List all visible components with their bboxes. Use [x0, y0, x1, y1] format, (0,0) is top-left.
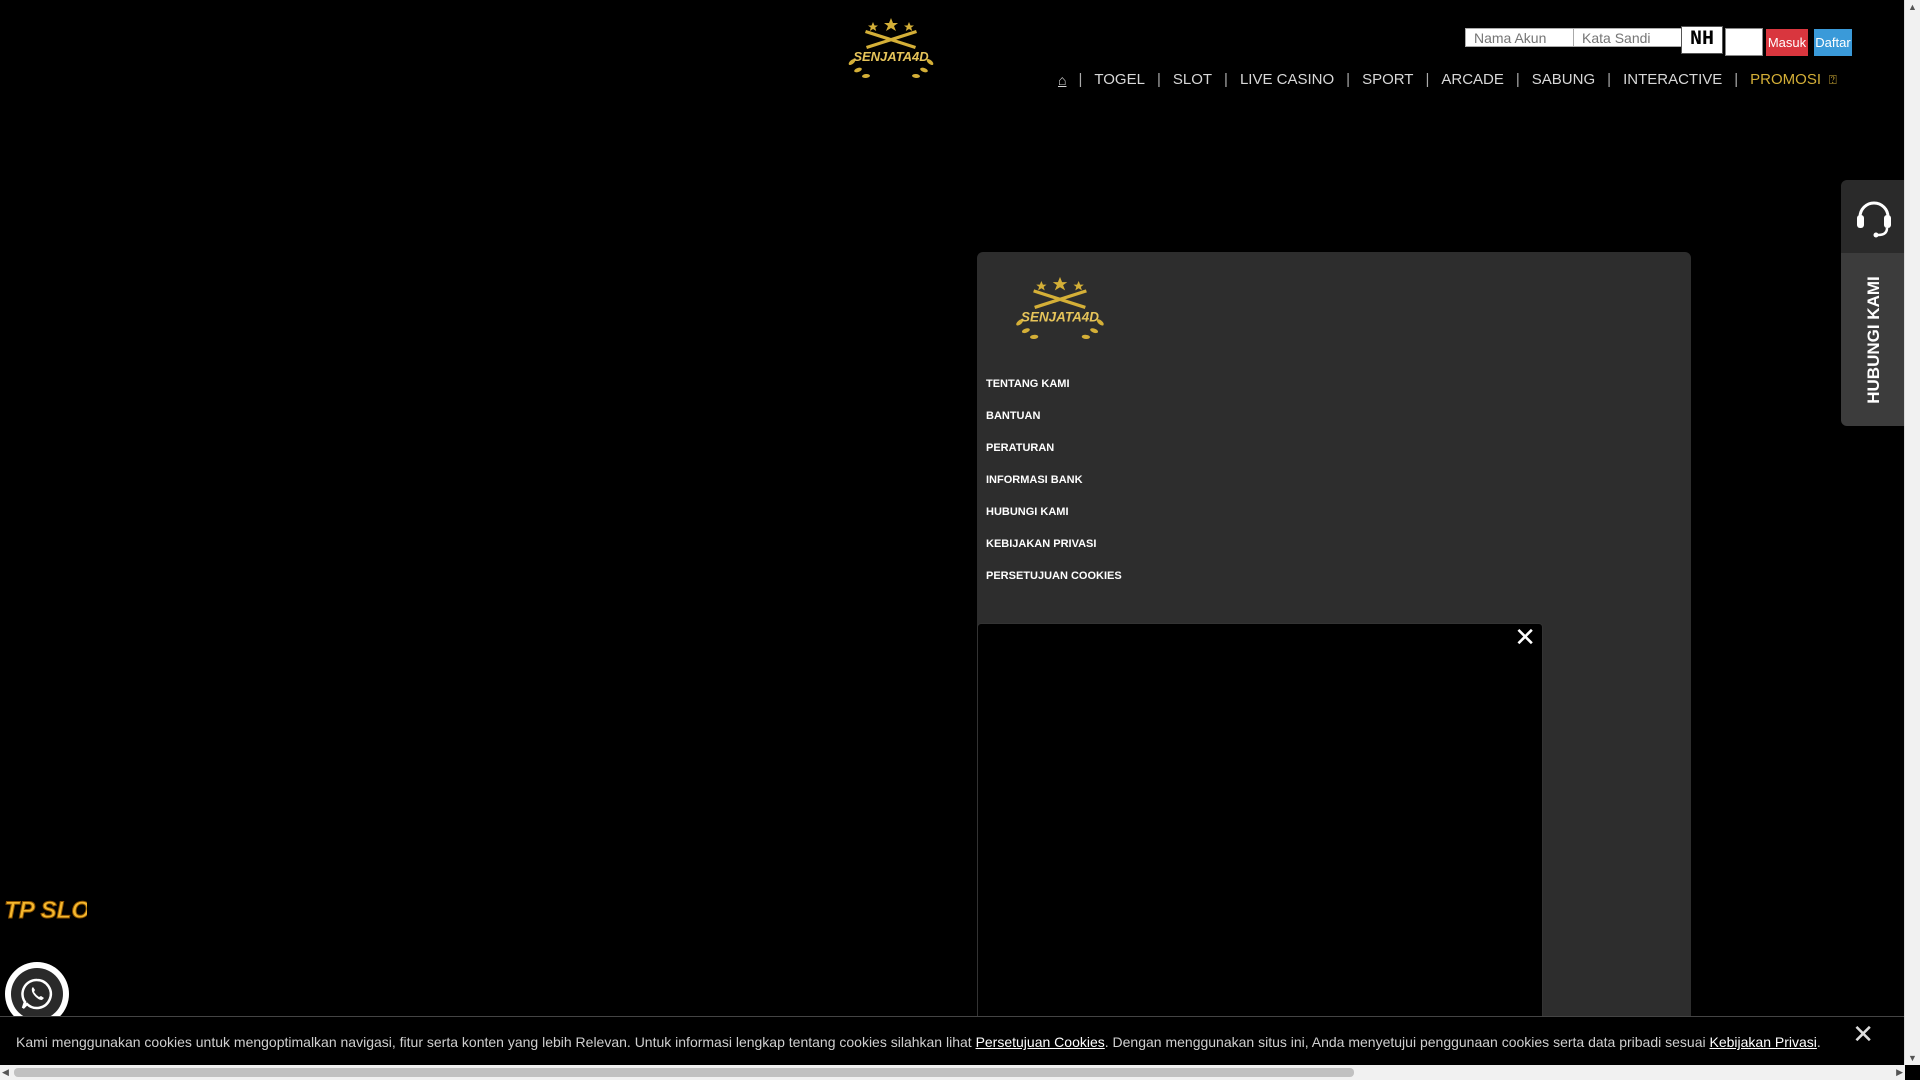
menu-item-hubungi-kami[interactable]: HUBUNGI KAMI: [986, 505, 1122, 537]
menu-logo[interactable]: SENJATA4D: [999, 274, 1121, 346]
cookie-banner: Kami menggunakan cookies untuk mengoptim…: [0, 1016, 1904, 1065]
contact-widget-body: HUBUNGI KAMI: [1841, 253, 1907, 426]
cookie-text-part: Kami menggunakan cookies untuk mengoptim…: [16, 1034, 976, 1050]
main-nav: ⌂ | TOGEL | SLOT | LIVE CASINO | SPORT |…: [1058, 71, 1837, 88]
site-logo[interactable]: SENJATA4D: [832, 16, 950, 84]
home-icon[interactable]: ⌂: [1058, 72, 1066, 88]
headset-icon: [1857, 201, 1891, 237]
svg-text:SENJATA4D: SENJATA4D: [1021, 309, 1099, 324]
vertical-scrollbar[interactable]: ▲ ▼: [1904, 0, 1920, 1065]
menu-item-informasi-bank[interactable]: INFORMASI BANK: [986, 473, 1122, 505]
contact-widget-label: HUBUNGI KAMI: [1864, 275, 1883, 404]
contact-widget-header: [1841, 180, 1907, 253]
scrollbar-thumb[interactable]: [14, 1068, 1354, 1077]
whatsapp-icon: [21, 978, 53, 1010]
scroll-right-icon[interactable]: ▶: [1896, 1067, 1903, 1078]
login-button[interactable]: Masuk: [1766, 29, 1808, 56]
horizontal-scrollbar[interactable]: ◀ ▶: [0, 1065, 1905, 1080]
nav-item-interactive[interactable]: INTERACTIVE: [1623, 71, 1722, 88]
captcha-image: NH: [1681, 26, 1723, 54]
rtp-slot-badge[interactable]: RTP SLOT: [0, 894, 108, 938]
password-input[interactable]: [1573, 28, 1687, 47]
gift-icon[interactable]: ⍰: [1829, 72, 1837, 88]
contact-widget[interactable]: HUBUNGI KAMI: [1841, 180, 1907, 426]
nav-item-sport[interactable]: SPORT: [1362, 71, 1413, 88]
rtp-slot-logo: RTP SLOT: [0, 897, 108, 925]
nav-separator: |: [1425, 71, 1430, 88]
rtp-slot-label: RTP SLOT: [5, 897, 87, 924]
captcha-input[interactable]: [1725, 28, 1763, 56]
nav-item-togel[interactable]: TOGEL: [1094, 71, 1145, 88]
username-input[interactable]: [1465, 28, 1579, 47]
captcha-text: NH: [1689, 28, 1714, 51]
nav-item-sabung[interactable]: SABUNG: [1532, 71, 1595, 88]
menu-list: TENTANG KAMI BANTUAN PERATURAN INFORMASI…: [986, 377, 1122, 601]
nav-separator: |: [1515, 71, 1520, 88]
menu-item-peraturan[interactable]: PERATURAN: [986, 441, 1122, 473]
menu-item-persetujuan-cookies[interactable]: PERSETUJUAN COOKIES: [986, 569, 1122, 601]
svg-text:SENJATA4D: SENJATA4D: [853, 49, 929, 64]
register-button[interactable]: Daftar: [1814, 29, 1852, 56]
cookie-text-part: .: [1816, 1034, 1821, 1050]
cookie-text: Kami menggunakan cookies untuk mengoptim…: [16, 1034, 1821, 1050]
privacy-policy-link[interactable]: Kebijakan Privasi: [1710, 1034, 1817, 1050]
logo-emblem: SENJATA4D: [848, 18, 934, 79]
close-icon[interactable]: ✕: [1852, 1019, 1874, 1050]
nav-item-live-casino[interactable]: LIVE CASINO: [1240, 71, 1334, 88]
whatsapp-button-inner: [11, 968, 63, 1020]
logo-emblem: SENJATA4D: [1016, 276, 1104, 339]
nav-separator: |: [1734, 71, 1739, 88]
popup-modal: ✕: [977, 623, 1543, 1065]
nav-separator: |: [1078, 71, 1083, 88]
scroll-left-icon[interactable]: ◀: [2, 1067, 9, 1078]
close-icon[interactable]: ✕: [1514, 624, 1536, 650]
nav-separator: |: [1607, 71, 1612, 88]
nav-separator: |: [1156, 71, 1161, 88]
cookie-text-part: . Dengan menggunakan situs ini, Anda men…: [1104, 1034, 1710, 1050]
nav-item-slot[interactable]: SLOT: [1173, 71, 1212, 88]
nav-item-arcade[interactable]: ARCADE: [1441, 71, 1504, 88]
menu-item-tentang-kami[interactable]: TENTANG KAMI: [986, 377, 1122, 409]
nav-item-promosi[interactable]: PROMOSI: [1750, 71, 1821, 88]
cookie-consent-link[interactable]: Persetujuan Cookies: [976, 1034, 1105, 1050]
scroll-up-icon[interactable]: ▲: [1908, 2, 1917, 12]
nav-separator: |: [1346, 71, 1351, 88]
menu-item-bantuan[interactable]: BANTUAN: [986, 409, 1122, 441]
nav-separator: |: [1224, 71, 1228, 88]
scroll-down-icon[interactable]: ▼: [1908, 1053, 1917, 1063]
menu-item-kebijakan-privasi[interactable]: KEBIJAKAN PRIVASI: [986, 537, 1122, 569]
